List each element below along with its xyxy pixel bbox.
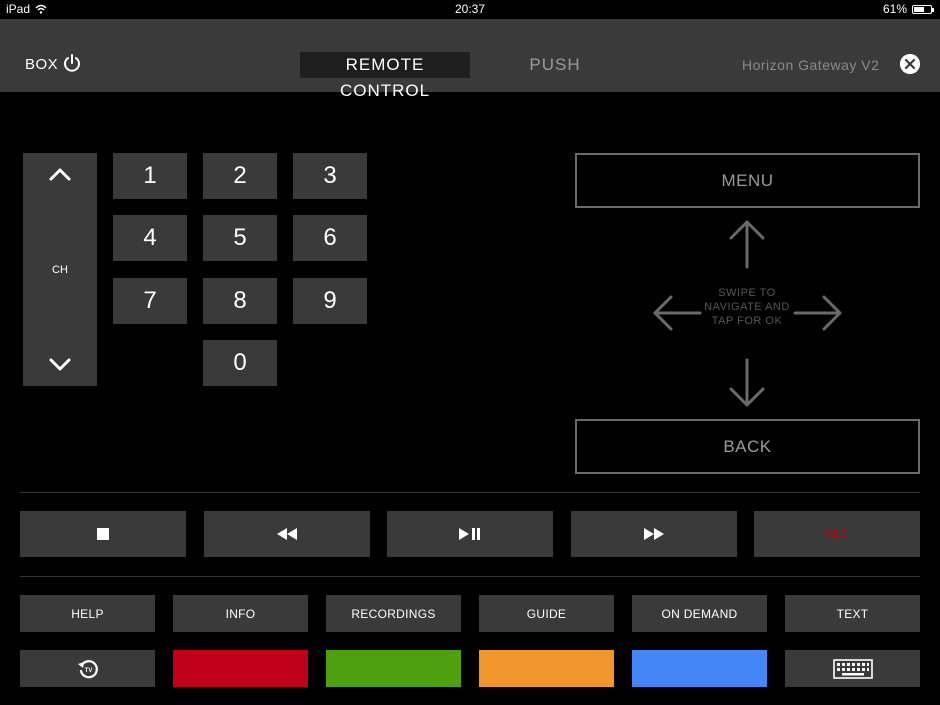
tab-remote-control[interactable]: REMOTE CONTROL [300, 52, 470, 100]
menu-button[interactable]: MENU [575, 153, 920, 208]
num-button-5[interactable]: 5 [203, 215, 277, 261]
battery-fill [914, 6, 924, 12]
num-button-9[interactable]: 9 [293, 278, 367, 324]
arrow-up-icon [729, 220, 765, 269]
num-button-0[interactable]: 0 [203, 340, 277, 386]
divider-top [20, 492, 920, 493]
record-button[interactable]: REC [754, 511, 920, 557]
num-button-3[interactable]: 3 [293, 153, 367, 199]
num-button-6[interactable]: 6 [293, 215, 367, 261]
yellow-button[interactable] [479, 650, 614, 687]
blue-button[interactable] [632, 650, 767, 687]
device-name: Horizon Gateway V2 [742, 57, 880, 73]
tab-push[interactable]: PUSH [520, 52, 590, 78]
num-button-7[interactable]: 7 [113, 278, 187, 324]
num-button-2[interactable]: 2 [203, 153, 277, 199]
swipe-instructions: SWIPE TO NAVIGATE AND TAP FOR OK [704, 287, 790, 327]
rewind-button[interactable] [204, 511, 370, 557]
num-button-1[interactable]: 1 [113, 153, 187, 199]
box-label: BOX [25, 56, 59, 73]
chevron-down-icon[interactable] [49, 358, 71, 372]
divider-bottom [20, 576, 920, 577]
channel-label: CH [52, 263, 68, 276]
chevron-up-icon[interactable] [49, 167, 71, 181]
stop-button[interactable] [20, 511, 186, 557]
clock: 20:37 [454, 2, 486, 16]
tv-replay-button[interactable]: TV [20, 650, 155, 687]
battery-nub [932, 7, 934, 12]
green-button[interactable] [326, 650, 461, 687]
battery-percent: 61% [882, 2, 907, 16]
battery-icon [912, 4, 934, 14]
back-button[interactable]: BACK [575, 419, 920, 474]
header-bar: BOX REMOTE CONTROL PUSH Horizon Gateway … [0, 19, 940, 100]
status-right: 61% [882, 2, 934, 16]
num-button-8[interactable]: 8 [203, 278, 277, 324]
fast-forward-icon [644, 528, 664, 540]
play-pause-button[interactable] [387, 511, 553, 557]
power-icon[interactable] [62, 53, 82, 73]
guide-button[interactable]: GUIDE [479, 595, 614, 632]
info-button[interactable]: INFO [173, 595, 308, 632]
channel-rocker: CH [23, 153, 97, 386]
red-button[interactable] [173, 650, 308, 687]
fast-forward-button[interactable] [571, 511, 737, 557]
arrow-down-icon [729, 358, 765, 407]
rewind-icon [277, 528, 297, 540]
help-button[interactable]: HELP [20, 595, 155, 632]
svg-text:TV: TV [84, 668, 92, 674]
stop-icon [97, 528, 109, 540]
keyboard-button[interactable] [785, 650, 920, 687]
tv-replay-icon: TV [77, 659, 98, 678]
on-demand-button[interactable]: ON DEMAND [632, 595, 767, 632]
status-bar: iPad 20:37 61% [0, 0, 940, 19]
num-button-4[interactable]: 4 [113, 215, 187, 261]
arrow-left-icon [653, 295, 702, 331]
close-icon[interactable] [900, 54, 920, 74]
record-label: REC [825, 528, 849, 540]
arrow-right-icon [793, 295, 842, 331]
text-button[interactable]: TEXT [785, 595, 920, 632]
keyboard-icon [832, 658, 873, 679]
recordings-button[interactable]: RECORDINGS [326, 595, 461, 632]
play-pause-icon [459, 528, 480, 540]
